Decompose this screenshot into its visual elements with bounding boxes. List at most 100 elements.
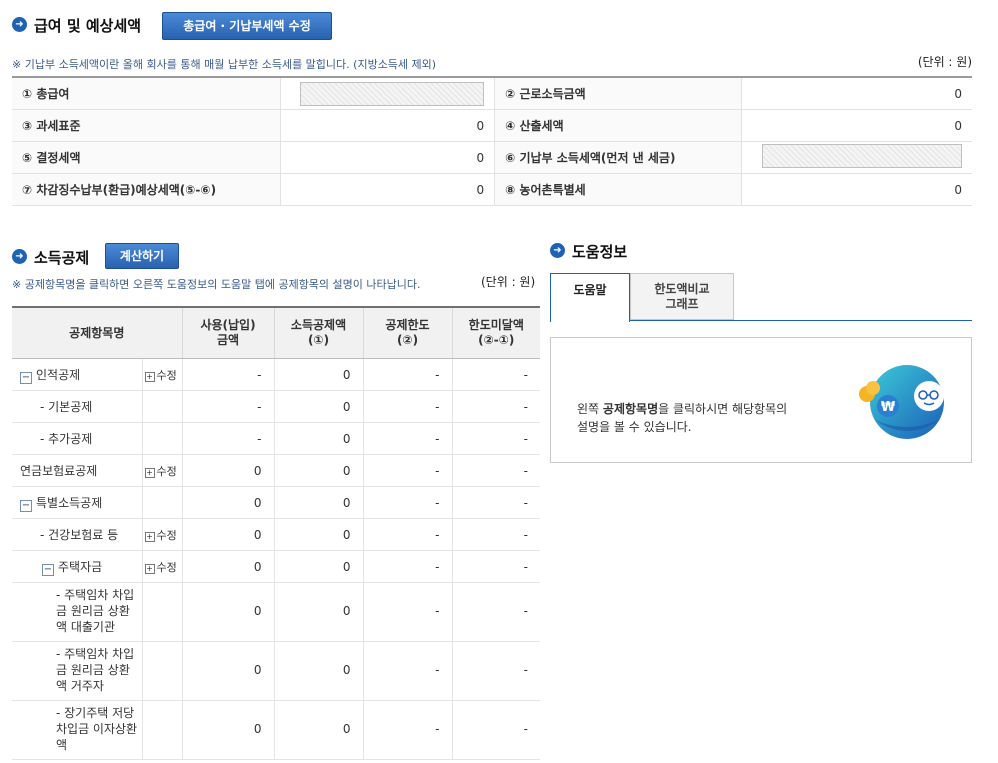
earned-income-label: ② 근로소득금액 (494, 77, 742, 110)
limit-cell: - (363, 641, 453, 701)
determined-tax-label: ⑤ 결정세액 (12, 141, 281, 174)
total-salary-field (279, 77, 496, 110)
edit-link[interactable]: + 수정 (144, 465, 177, 478)
tax-base-label: ③ 과세표준 (12, 109, 281, 142)
shortfall-cell: - (452, 550, 541, 583)
deduction-amount-cell: 0 (274, 582, 364, 642)
help-text-prefix: 왼쪽 (577, 402, 603, 416)
shortfall-cell: - (452, 582, 541, 642)
rural-special-tax-label: ⑧ 농어촌특별세 (494, 173, 742, 206)
edit-label: 수정 (156, 560, 177, 574)
shortfall-cell: - (452, 486, 541, 519)
deduction-item-name[interactable]: - 건강보험료 등 (40, 528, 118, 542)
deduction-name-cell: - 주택임차 차입금 원리금 상환액 대출기관 (12, 582, 143, 642)
header-limit: 공제한도 (②) (363, 307, 453, 359)
limit-cell: - (363, 700, 453, 760)
deduction-item-name[interactable]: 인적공제 (36, 368, 80, 382)
won-coin-character-icon: ₩ (857, 362, 947, 442)
deduction-amount-cell: 0 (274, 518, 364, 551)
calculated-tax-label: ④ 산출세액 (494, 109, 742, 142)
section-bullet-icon: ➜ (12, 249, 27, 264)
deduction-row: - 주택임차 차입금 원리금 상환액 거주자 0 0- - (12, 641, 541, 701)
edit-cell (142, 486, 183, 519)
shortfall-cell: - (452, 390, 541, 423)
edit-label: 수정 (156, 528, 177, 542)
deduction-item-name[interactable]: - 주택임차 차입금 원리금 상환액 대출기관 (56, 588, 134, 634)
expected-refund-value: 0 (279, 173, 496, 206)
tab-limit-graph[interactable]: 한도액비교 그래프 (630, 273, 734, 320)
use-amount-cell: 0 (182, 641, 275, 701)
header-item-name: 공제항목명 (12, 307, 183, 359)
deduction-amount-cell: 0 (274, 700, 364, 760)
shortfall-cell: - (452, 518, 541, 551)
salary-summary-table: ① 총급여 ② 근로소득금액 0 ③ 과세표준 0 ④ 산출세액 0 ⑤ 결정세… (12, 76, 972, 206)
edit-cell: + 수정 (142, 358, 183, 391)
calculate-button[interactable]: 계산하기 (105, 243, 179, 269)
deduction-item-name[interactable]: - 주택임차 차입금 원리금 상환액 거주자 (56, 647, 134, 693)
edit-link[interactable]: + 수정 (144, 368, 177, 382)
summary-row: ③ 과세표준 0 ④ 산출세액 0 (12, 109, 972, 142)
edit-label: 수정 (156, 368, 177, 382)
use-amount-cell: 0 (182, 454, 275, 487)
prepaid-tax-field (741, 141, 972, 174)
calculated-tax-value: 0 (741, 109, 972, 142)
edit-cell (142, 582, 183, 642)
deduction-row: − 인적공제 + 수정 -0- - (12, 358, 541, 391)
deduction-item-name[interactable]: - 추가공제 (40, 432, 92, 446)
deduction-item-name[interactable]: 연금보험료공제 (20, 464, 97, 478)
deduction-name-cell: - 추가공제 (12, 422, 143, 455)
deduction-name-cell: - 주택임차 차입금 원리금 상환액 거주자 (12, 641, 143, 701)
help-text-bold: 공제항목명 (602, 402, 659, 416)
deduction-amount-cell: 0 (274, 454, 364, 487)
rural-special-tax-value: 0 (741, 173, 972, 206)
deduction-name-cell: - 장기주택 저당차입금 이자상환액 (12, 700, 143, 760)
section-bullet-icon: ➜ (550, 243, 565, 258)
use-amount-cell: 0 (182, 700, 275, 760)
deduction-item-name[interactable]: - 기본공제 (40, 400, 92, 414)
deduction-item-name[interactable]: 주택자금 (58, 560, 102, 574)
shortfall-cell: - (452, 641, 541, 701)
total-salary-label: ① 총급여 (12, 77, 281, 110)
collapse-toggle-icon[interactable]: − (42, 563, 54, 576)
limit-cell: - (363, 550, 453, 583)
collapse-toggle-icon[interactable]: − (20, 371, 32, 384)
use-amount-cell: - (182, 422, 275, 455)
determined-tax-value: 0 (279, 141, 496, 174)
plus-icon: + (144, 467, 155, 478)
edit-cell: + 수정 (142, 518, 183, 551)
edit-cell (142, 422, 183, 455)
limit-cell: - (363, 582, 453, 642)
deduction-table: 공제항목명 사용(납입) 금액 소득공제액 (①) 공제한도 (②) 한도미달액… (12, 306, 541, 760)
deduction-note: ※ 공제항목명을 클릭하면 오른쪽 도움정보의 도움말 탭에 공제항목의 설명이… (12, 278, 421, 291)
use-amount-cell: - (182, 358, 275, 391)
edit-salary-button[interactable]: 총급여 · 기납부세액 수정 (162, 12, 332, 40)
deduction-name-cell: - 건강보험료 등 (12, 518, 143, 551)
header-use-amount: 사용(납입) 금액 (182, 307, 275, 359)
limit-cell: - (363, 358, 453, 391)
deduction-item-name[interactable]: 특별소득공제 (36, 496, 102, 510)
deduction-amount-cell: 0 (274, 550, 364, 583)
tab-help[interactable]: 도움말 (550, 273, 630, 322)
header-deduction-amount: 소득공제액 (①) (274, 307, 364, 359)
edit-link[interactable]: + 수정 (144, 528, 177, 542)
help-section-title: 도움정보 (572, 243, 628, 261)
edit-link[interactable]: + 수정 (144, 560, 177, 574)
summary-row: ① 총급여 ② 근로소득금액 0 (12, 77, 972, 110)
deduction-row: − 주택자금 + 수정 0 0- - (12, 550, 541, 583)
deduction-header-row: 공제항목명 사용(납입) 금액 소득공제액 (①) 공제한도 (②) 한도미달액… (12, 307, 541, 359)
prepaid-tax-label: ⑥ 기납부 소득세액(먼저 낸 세금) (494, 141, 742, 174)
salary-section-title: 급여 및 예상세액 (34, 17, 142, 35)
total-salary-disabled-input (300, 81, 485, 106)
limit-cell: - (363, 486, 453, 519)
shortfall-cell: - (452, 422, 541, 455)
tax-base-value: 0 (279, 109, 496, 142)
plus-icon: + (144, 371, 155, 382)
collapse-toggle-icon[interactable]: − (20, 499, 32, 512)
use-amount-cell: 0 (182, 582, 275, 642)
expected-refund-label: ⑦ 차감징수납부(환급)예상세액(⑤-⑥) (12, 173, 281, 206)
limit-cell: - (363, 518, 453, 551)
help-content-box: 왼쪽 공제항목명을 클릭하시면 해당항목의 설명을 볼 수 있습니다. ₩ (550, 337, 972, 463)
use-amount-cell: 0 (182, 518, 275, 551)
deduction-row: - 기본공제 -0- - (12, 390, 541, 423)
deduction-item-name[interactable]: - 장기주택 저당차입금 이자상환액 (56, 706, 137, 752)
